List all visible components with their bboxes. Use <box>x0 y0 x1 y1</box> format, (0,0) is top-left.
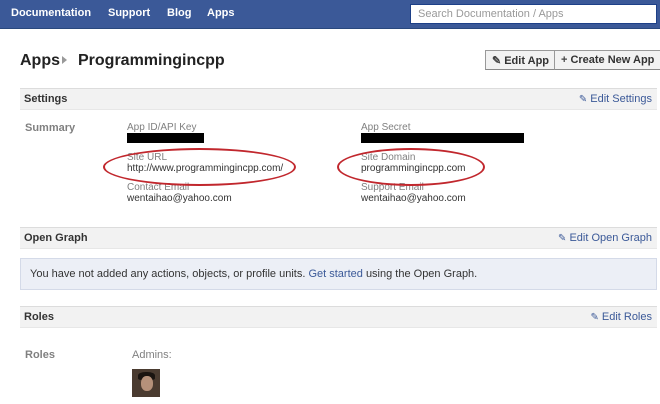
pencil-icon: ✎ <box>492 55 502 67</box>
open-graph-notice: You have not added any actions, objects,… <box>20 258 657 290</box>
support-email-value: wentaihao@yahoo.com <box>361 193 466 204</box>
nav-blog[interactable]: Blog <box>167 7 191 19</box>
pencil-icon: ✎ <box>558 233 567 244</box>
edit-settings-link[interactable]: ✎ Edit Settings <box>579 93 652 105</box>
edit-settings-label: Edit Settings <box>590 93 652 105</box>
redacted-app-secret <box>361 133 524 143</box>
edit-roles-label: Edit Roles <box>601 311 652 323</box>
search-placeholder: Search Documentation / Apps <box>418 8 564 20</box>
search-input[interactable]: Search Documentation / Apps <box>410 4 657 24</box>
notice-text: You have not added any actions, objects,… <box>30 268 477 280</box>
nav-documentation[interactable]: Documentation <box>11 7 91 19</box>
get-started-link[interactable]: Get started <box>308 268 362 280</box>
create-new-app-label: Create New App <box>570 54 655 66</box>
roles-section-header: Roles ✎ Edit Roles <box>20 306 657 328</box>
settings-title: Settings <box>24 93 68 105</box>
avatar[interactable] <box>132 369 160 397</box>
app-secret-label: App Secret <box>361 122 411 133</box>
breadcrumb-apps[interactable]: Apps <box>20 52 60 70</box>
pencil-icon: ✎ <box>578 94 588 105</box>
edit-roles-link[interactable]: ✎ Edit Roles <box>590 311 652 323</box>
site-domain-highlight <box>337 148 485 186</box>
edit-app-label: Edit App <box>504 55 550 67</box>
summary-label: Summary <box>25 122 76 134</box>
nav-support[interactable]: Support <box>108 7 150 19</box>
settings-section-header: Settings ✎ Edit Settings <box>20 88 657 110</box>
site-url-highlight <box>103 148 296 186</box>
edit-open-graph-label: Edit Open Graph <box>569 232 652 244</box>
breadcrumb-arrow-icon <box>62 56 67 64</box>
open-graph-section-header: Open Graph ✎ Edit Open Graph <box>20 227 657 249</box>
app-id-label: App ID/API Key <box>127 122 197 133</box>
pencil-icon: ✎ <box>590 312 599 323</box>
notice-text-after: using the Open Graph. <box>365 268 478 280</box>
admins-label: Admins: <box>132 349 172 361</box>
edit-open-graph-link[interactable]: ✎ Edit Open Graph <box>558 232 652 244</box>
redacted-app-id <box>127 133 204 143</box>
open-graph-title: Open Graph <box>24 232 88 244</box>
edit-app-button[interactable]: ✎ Edit App <box>485 50 557 70</box>
roles-title: Roles <box>24 311 54 323</box>
avatar-face <box>141 376 153 391</box>
nav-apps[interactable]: Apps <box>207 7 235 19</box>
page-title: Programmingincpp <box>78 52 225 69</box>
notice-text-before: You have not added any actions, objects,… <box>30 268 306 280</box>
top-nav-bar: Documentation Support Blog Apps Search D… <box>0 0 660 29</box>
roles-label: Roles <box>25 349 55 361</box>
create-new-app-button[interactable]: + Create New App <box>554 50 660 70</box>
plus-icon: + <box>561 54 568 66</box>
contact-email-value: wentaihao@yahoo.com <box>127 193 232 204</box>
